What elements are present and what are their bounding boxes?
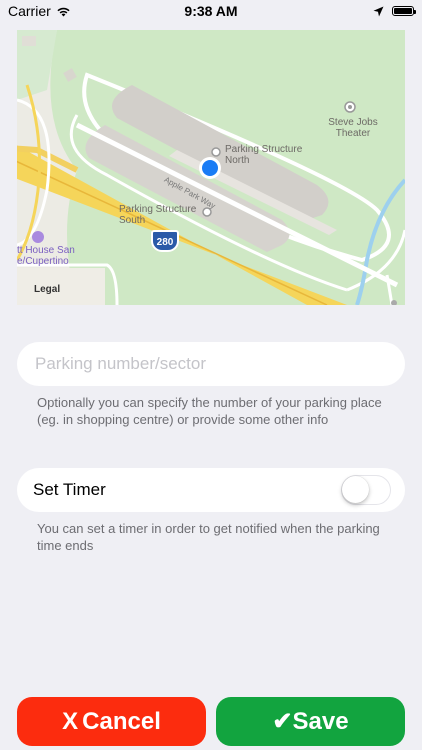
checkmark-icon: ✔ [272,708,293,735]
carrier-label: Carrier [8,3,51,19]
highway-number: 280 [156,237,174,248]
toggle-knob [342,476,369,503]
save-button[interactable]: ✔ Save [216,697,405,746]
location-arrow-icon [373,6,384,16]
cancel-button[interactable]: X Cancel [17,697,206,746]
parking-hint: Optionally you can specify the number of… [37,395,382,427]
parking-number-input[interactable] [33,353,405,375]
status-left: Carrier [0,3,71,19]
label-hotel-line2: e/Cupertino [17,256,69,267]
set-timer-label: Set Timer [33,480,106,499]
label-hotel: tt House San e/Cupertino [17,245,75,267]
battery-icon [392,6,416,16]
status-right [373,6,422,17]
highway-shield-icon: 280 [151,230,179,252]
label-hotel-line1: tt House San [17,245,75,256]
cancel-x-icon: X [62,707,79,735]
map-view[interactable]: Parking Structure North Parking Structur… [17,30,405,305]
save-label: Save [292,707,349,735]
legal-link[interactable]: Legal [34,284,60,295]
label-parking-north: Parking Structure North [225,144,303,166]
map-canvas[interactable] [17,30,405,305]
cancel-label: Cancel [82,707,161,735]
label-steve-jobs-theater: Steve Jobs Theater [328,117,378,139]
set-timer-row[interactable]: Set Timer [17,468,405,512]
status-bar: Carrier 9:38 AM [0,0,422,22]
set-timer-toggle[interactable] [341,475,391,505]
timer-hint: You can set a timer in order to get noti… [37,521,380,553]
parking-field-container[interactable] [17,342,405,386]
label-parking-south: Parking Structure South [119,204,197,226]
wifi-icon [57,7,70,16]
